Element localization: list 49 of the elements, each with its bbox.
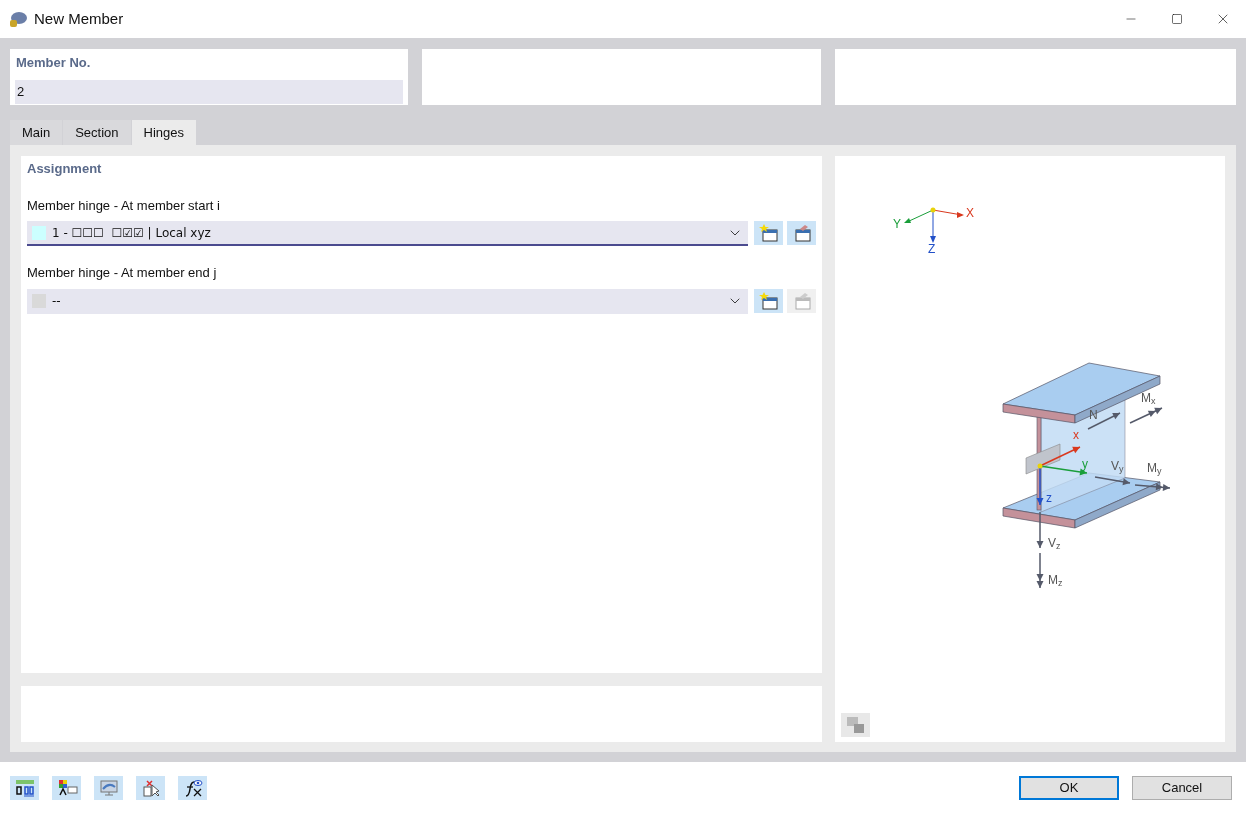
hinge-dropdown[interactable]: -- bbox=[27, 288, 748, 314]
member-number-field[interactable]: 2 bbox=[15, 79, 403, 104]
moment-arrow bbox=[1129, 407, 1163, 424]
tab[interactable]: Section bbox=[63, 120, 132, 145]
force-label: N bbox=[1089, 409, 1098, 421]
formula-button[interactable] bbox=[178, 776, 207, 800]
origin-point-icon bbox=[1037, 463, 1043, 469]
dropdown-value: -- bbox=[52, 293, 61, 310]
dialog-button[interactable]: OK bbox=[1019, 776, 1119, 800]
units-icon bbox=[13, 779, 36, 797]
display-icon bbox=[97, 779, 120, 797]
shear-force-arrow bbox=[1036, 511, 1044, 549]
maximize-icon bbox=[1171, 13, 1183, 25]
units-button[interactable] bbox=[10, 776, 39, 800]
moment-arrow bbox=[1134, 483, 1171, 491]
field-label: Member hinge - At member end j bbox=[27, 264, 218, 282]
app-icon bbox=[8, 9, 28, 29]
force-label: z bbox=[1046, 492, 1052, 504]
shear-force-arrow bbox=[1094, 476, 1131, 486]
force-label: V$_{z}$ bbox=[1048, 537, 1061, 549]
assignment-heading: Assignment bbox=[27, 160, 103, 178]
view-icon bbox=[845, 716, 866, 734]
axis-label: X bbox=[966, 207, 974, 219]
force-label: V$_{y}$ bbox=[1111, 460, 1124, 472]
axial-force-arrow bbox=[1087, 412, 1121, 430]
display-button[interactable] bbox=[94, 776, 123, 800]
field-label: Member hinge - At member start i bbox=[27, 196, 221, 215]
global-axes-drawing bbox=[904, 207, 964, 243]
dropdown-value: 1 - ☐☐☐ ☐☑☑ | Local xyz bbox=[52, 224, 211, 242]
edit-item-button[interactable] bbox=[787, 221, 816, 245]
window-title: New Member bbox=[34, 8, 124, 29]
new-item-button[interactable] bbox=[754, 288, 783, 313]
select-cursor-button[interactable] bbox=[136, 776, 165, 800]
tab[interactable]: Main bbox=[10, 120, 64, 145]
axis-label: Y bbox=[893, 218, 901, 230]
force-label: M$_{z}$ bbox=[1048, 574, 1063, 586]
force-label: M$_{y}$ bbox=[1147, 462, 1162, 474]
tab[interactable]: Hinges bbox=[131, 120, 198, 145]
color-text-button[interactable] bbox=[52, 776, 81, 800]
member-number-label: Member No. bbox=[16, 54, 92, 72]
axis-label: Z bbox=[928, 243, 936, 255]
hinge-dropdown[interactable]: 1 - ☐☐☐ ☐☑☑ | Local xyz bbox=[27, 221, 748, 246]
local-x-axis-arrow bbox=[1039, 446, 1081, 467]
local-z-axis-arrow bbox=[1036, 465, 1044, 506]
force-label: x bbox=[1073, 429, 1079, 441]
new-item-button[interactable] bbox=[754, 221, 783, 245]
moment-arrow bbox=[1036, 552, 1044, 589]
force-label: M$_{x}$ bbox=[1141, 392, 1156, 404]
dialog-button[interactable]: Cancel bbox=[1132, 776, 1232, 800]
